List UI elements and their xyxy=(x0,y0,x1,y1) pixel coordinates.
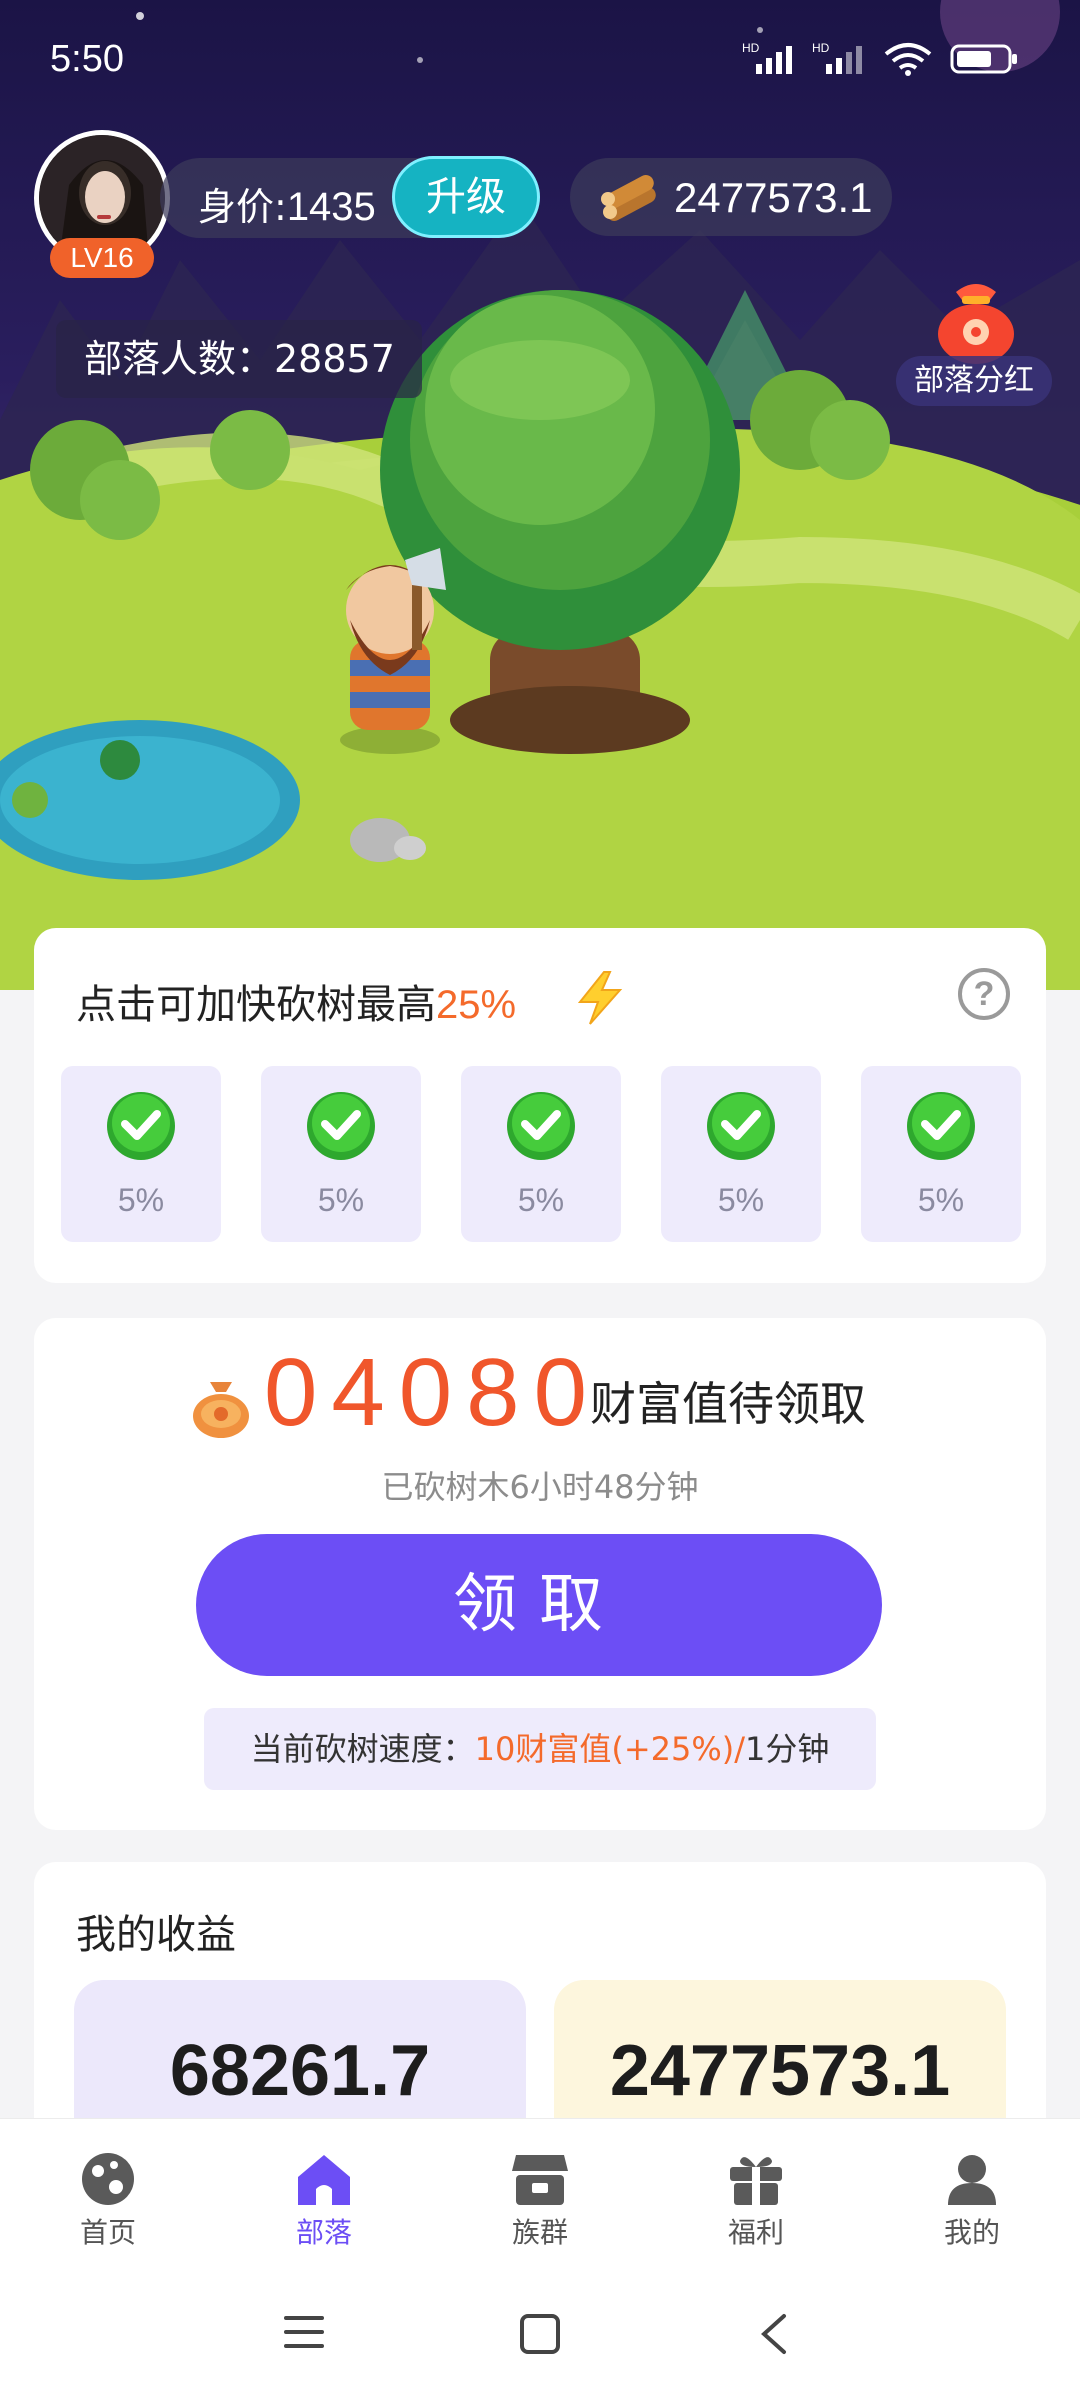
nav-welfare[interactable]: 福利 xyxy=(648,2119,864,2268)
nav-group[interactable]: 族群 xyxy=(432,2119,648,2268)
game-scene[interactable] xyxy=(0,0,1080,990)
gift-icon xyxy=(730,2157,782,2205)
svg-text:HD: HD xyxy=(742,41,760,55)
lightning-icon xyxy=(577,971,623,1025)
chop-speed-info: 当前砍树速度：10财富值(+25%)/1分钟 xyxy=(204,1708,876,1790)
forest-illustration xyxy=(0,0,1080,990)
status-bar: 5:50 HD HD xyxy=(0,0,1080,120)
nav-mine[interactable]: 我的 xyxy=(864,2119,1080,2268)
claim-card: 04080 财富值待领取 已砍树木6小时48分钟 领取 当前砍树速度：10财富值… xyxy=(34,1318,1046,1830)
nav-label: 族群 xyxy=(511,2216,568,2249)
signal-icon: HD xyxy=(742,41,792,74)
upgrade-button[interactable]: 升级 xyxy=(392,156,540,238)
dividend-label: 部落分红 xyxy=(896,356,1052,406)
boost-slot[interactable]: 5% xyxy=(461,1066,621,1242)
user-icon xyxy=(948,2155,996,2205)
check-circle-icon xyxy=(107,1092,175,1160)
menu-icon[interactable] xyxy=(282,2312,328,2352)
signal-icon-2: HD xyxy=(812,41,862,74)
pending-wealth-value: 04080 xyxy=(264,1339,601,1446)
boost-slot-pct: 5% xyxy=(517,1182,565,1218)
house-icon xyxy=(298,2155,350,2205)
boost-slot[interactable]: 5% xyxy=(861,1066,1021,1242)
check-circle-icon xyxy=(307,1092,375,1160)
status-icons: HD HD xyxy=(742,40,1020,76)
tribe-dividend-button[interactable]: 部落分红 xyxy=(896,274,1052,408)
red-envelope-bag-icon xyxy=(938,284,1014,364)
wood-balance: 2477573.1 xyxy=(570,158,892,236)
wifi-icon xyxy=(884,43,932,76)
earnings-title: 我的收益 xyxy=(76,1912,236,1958)
level-badge: LV16 xyxy=(50,238,154,278)
boost-slot[interactable]: 5% xyxy=(61,1066,221,1242)
boost-slot[interactable]: 5% xyxy=(661,1066,821,1242)
nav-home[interactable]: 首页 xyxy=(0,2119,216,2268)
nav-label: 福利 xyxy=(727,2216,784,2249)
boost-slots: 5% 5% 5% 5% 5% xyxy=(61,1066,1021,1242)
speed-prefix: 当前砍树速度： xyxy=(250,1730,475,1768)
worth-value: 1435 xyxy=(286,185,376,229)
check-circle-icon xyxy=(707,1092,775,1160)
worth-label: 身价: xyxy=(198,185,287,229)
back-icon[interactable] xyxy=(756,2312,792,2356)
nav-tribe[interactable]: 部落 xyxy=(216,2119,432,2268)
pending-wealth-label: 财富值待领取 xyxy=(590,1377,866,1431)
check-circle-icon xyxy=(507,1092,575,1160)
money-bag-icon xyxy=(193,1382,249,1438)
speed-boost-card: 点击可加快砍树最高25% ? 5% 5% 5% 5% 5% xyxy=(34,928,1046,1283)
check-circle-icon xyxy=(907,1092,975,1160)
boost-title-highlight: 25% xyxy=(436,983,517,1027)
wood-value: 2477573.1 xyxy=(674,174,873,221)
bottom-nav: 首页 部落 族群 福利 我的 xyxy=(0,2118,1080,2268)
boost-title-prefix: 点击可加快砍树最高 xyxy=(76,982,436,1028)
tribe-count: 部落人数：28857 xyxy=(56,320,422,398)
chopping-elapsed: 已砍树木6小时48分钟 xyxy=(381,1468,699,1506)
boost-slot-pct: 5% xyxy=(317,1182,365,1218)
home-planet-icon xyxy=(82,2153,134,2205)
nav-label: 部落 xyxy=(295,2216,352,2249)
help-icon[interactable]: ? xyxy=(958,968,1010,1020)
home-square-icon[interactable] xyxy=(518,2312,562,2356)
speed-suffix: 1分钟 xyxy=(745,1730,830,1768)
speed-highlight: 10财富值(+25%)/ xyxy=(474,1730,746,1768)
svg-text:HD: HD xyxy=(812,41,830,55)
boost-title: 点击可加快砍树最高25% xyxy=(76,972,516,1030)
worth-text: 身价:1435 xyxy=(198,176,376,231)
boost-slot-pct: 5% xyxy=(917,1182,965,1218)
earnings-wealth-value: 68261.7 xyxy=(169,2031,431,2111)
status-time: 5:50 xyxy=(50,38,124,80)
earnings-wood-value: 2477573.1 xyxy=(609,2031,951,2111)
boost-slot[interactable]: 5% xyxy=(261,1066,421,1242)
nav-label: 首页 xyxy=(79,2216,136,2249)
earnings-card: 我的收益 68261.7 2477573.1 xyxy=(34,1862,1046,2180)
battery-icon xyxy=(950,44,1017,74)
boost-slot-pct: 5% xyxy=(717,1182,765,1218)
nav-label: 我的 xyxy=(943,2216,1000,2249)
wood-logs-icon xyxy=(601,175,656,221)
system-navigation-bar xyxy=(0,2268,1080,2400)
group-icon xyxy=(512,2155,568,2205)
claim-button[interactable]: 领取 xyxy=(196,1534,882,1676)
boost-slot-pct: 5% xyxy=(117,1182,165,1218)
